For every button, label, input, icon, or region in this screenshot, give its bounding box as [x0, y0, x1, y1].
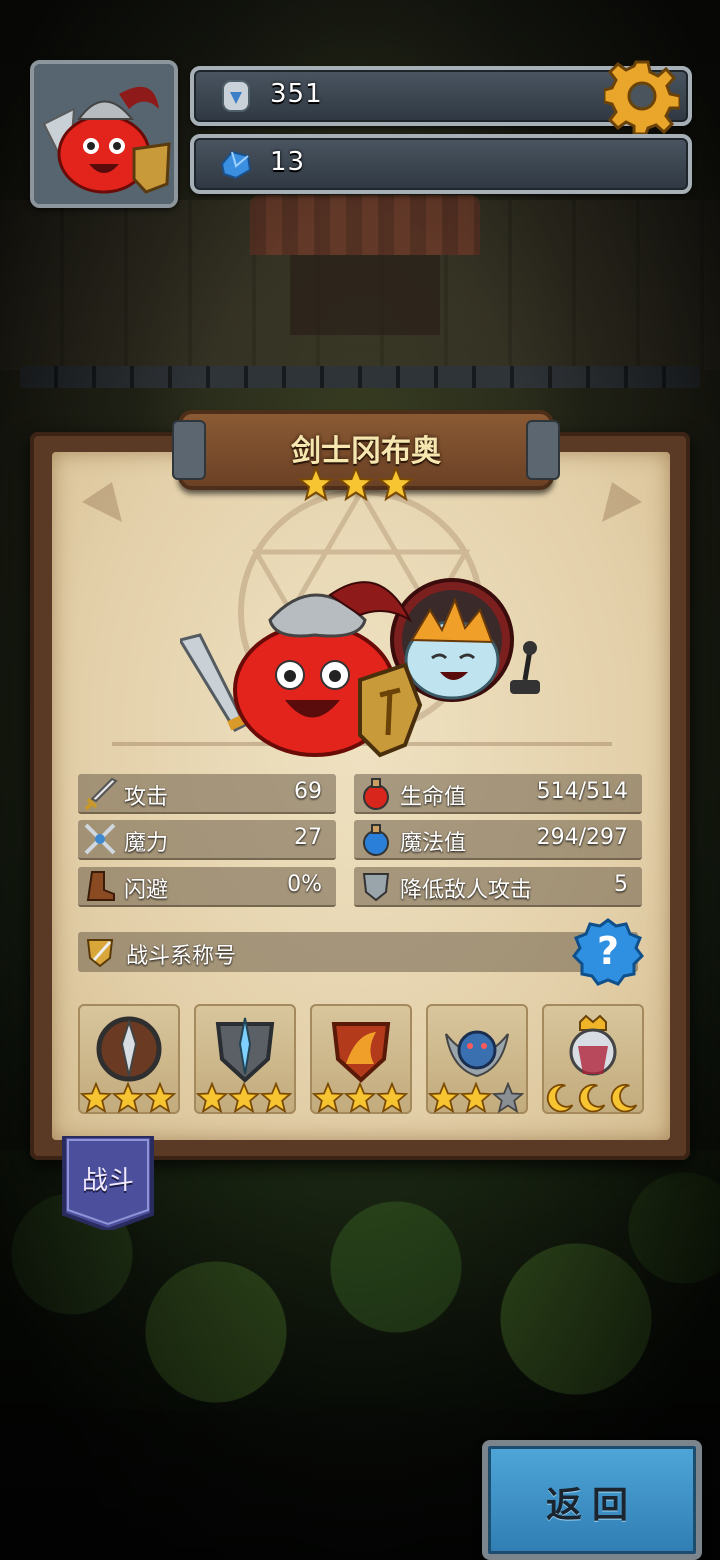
shield-icon — [362, 873, 390, 902]
star-icon — [376, 1082, 408, 1114]
tab-combat-label: 战斗 — [81, 1166, 134, 1196]
combat-title-label: 战斗系称号 — [126, 944, 237, 969]
player-avatar[interactable] — [30, 60, 178, 208]
stat-value: 5 — [614, 872, 628, 897]
golden-shield-icon — [86, 939, 114, 968]
question-mark-icon: ? — [572, 918, 644, 986]
star-icon — [378, 466, 414, 502]
stat-hp: 生命值 514/514 — [354, 774, 642, 814]
stat-attack: 攻击 69 — [78, 774, 336, 814]
title-badge-5[interactable] — [542, 1004, 644, 1114]
combat-title-bar[interactable]: 战斗系称号 — [78, 932, 638, 972]
hero-name: 剑士冈布奥 — [291, 434, 441, 469]
title-badge-4[interactable] — [426, 1004, 528, 1114]
red-potion-icon — [363, 778, 389, 810]
badge-stars — [80, 1082, 176, 1114]
title-badge-3[interactable] — [310, 1004, 412, 1114]
fire-shield-icon — [331, 1022, 391, 1083]
svg-text:?: ? — [597, 929, 619, 973]
badge-stars — [196, 1082, 292, 1114]
winged-beast-crest-icon — [445, 1030, 509, 1078]
boot-icon — [86, 871, 115, 901]
stat-label: 魔法值 — [400, 831, 467, 856]
badge-stars — [428, 1082, 524, 1114]
title-badge-1[interactable] — [78, 1004, 180, 1114]
empty-star-icon — [492, 1082, 524, 1114]
gem-value: 13 — [270, 147, 306, 177]
badge-stars — [544, 1082, 640, 1114]
star-icon — [260, 1082, 292, 1114]
star-icon — [298, 466, 334, 502]
moon-icon — [578, 1084, 606, 1113]
star-icon — [228, 1082, 260, 1114]
iron-shield-sword-icon — [215, 1017, 275, 1083]
stat-label: 攻击 — [124, 785, 169, 810]
help-button[interactable]: ? — [572, 916, 644, 988]
star-icon — [344, 1082, 376, 1114]
stat-label: 降低敌人攻击 — [400, 878, 533, 903]
star-icon — [338, 466, 374, 502]
back-button[interactable]: 返回 — [482, 1440, 702, 1560]
gear-icon — [602, 60, 682, 136]
stat-mp: 魔法值 294/297 — [354, 820, 642, 860]
stat-defense: 降低敌人攻击 5 — [354, 867, 642, 907]
tab-combat[interactable]: 战斗 — [60, 1136, 156, 1230]
stat-label: 闪避 — [124, 878, 169, 903]
star-icon — [428, 1082, 460, 1114]
rune-stone-value: 351 — [270, 79, 323, 109]
star-icon — [144, 1082, 176, 1114]
stat-value: 0% — [287, 872, 322, 897]
settings-button[interactable] — [602, 58, 682, 136]
sword-icon — [84, 777, 118, 811]
rune-stone-icon — [218, 78, 254, 114]
stat-value: 27 — [294, 825, 322, 850]
blue-gem-icon — [218, 146, 254, 182]
blue-potion-icon — [363, 824, 389, 856]
stat-value: 294/297 — [536, 825, 628, 850]
stat-value: 514/514 — [536, 779, 628, 804]
crossed-weapons-icon — [84, 823, 116, 855]
title-badge-2[interactable] — [194, 1004, 296, 1114]
star-icon — [80, 1082, 112, 1114]
stat-label: 生命值 — [400, 785, 467, 810]
stat-value: 69 — [294, 779, 322, 804]
moon-icon — [546, 1084, 574, 1113]
stat-label: 魔力 — [124, 831, 169, 856]
star-icon — [196, 1082, 228, 1114]
hero-rating-stars — [298, 466, 414, 502]
star-icon — [312, 1082, 344, 1114]
back-button-label: 返回 — [545, 1485, 638, 1526]
stat-magic: 魔力 27 — [78, 820, 336, 860]
crowned-king-crest-icon — [569, 1014, 617, 1076]
hero-artwork — [177, 560, 550, 760]
stat-dodge: 闪避 0% — [78, 867, 336, 907]
star-icon — [460, 1082, 492, 1114]
star-icon — [112, 1082, 144, 1114]
gem-counter: 13 — [190, 134, 692, 194]
badge-stars — [312, 1082, 408, 1114]
moon-icon — [610, 1084, 638, 1113]
round-shield-dagger-icon — [96, 1016, 162, 1082]
